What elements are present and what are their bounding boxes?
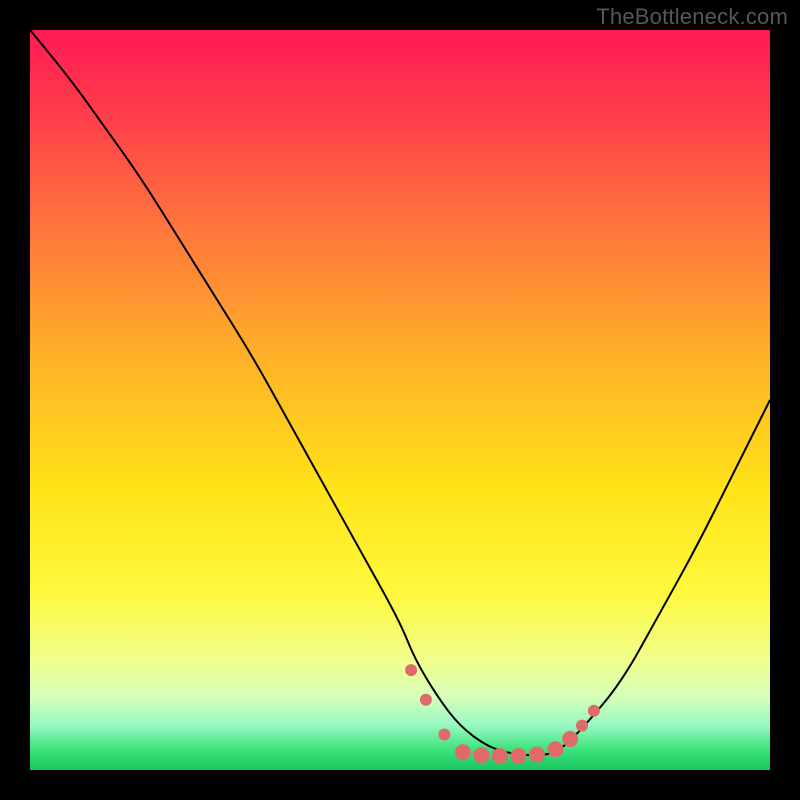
marker-point (547, 741, 563, 757)
chart-background (30, 30, 770, 770)
marker-point (562, 731, 578, 747)
marker-point (529, 746, 545, 762)
watermark-text: TheBottleneck.com (596, 4, 788, 30)
marker-point (510, 748, 526, 764)
bottleneck-chart (30, 30, 770, 770)
chart-frame: TheBottleneck.com (0, 0, 800, 800)
marker-point (576, 720, 588, 732)
marker-point (492, 748, 508, 764)
marker-point (438, 728, 450, 740)
marker-point (420, 694, 432, 706)
marker-point (455, 744, 471, 760)
marker-point (405, 664, 417, 676)
marker-point (473, 747, 489, 763)
marker-point (588, 705, 600, 717)
